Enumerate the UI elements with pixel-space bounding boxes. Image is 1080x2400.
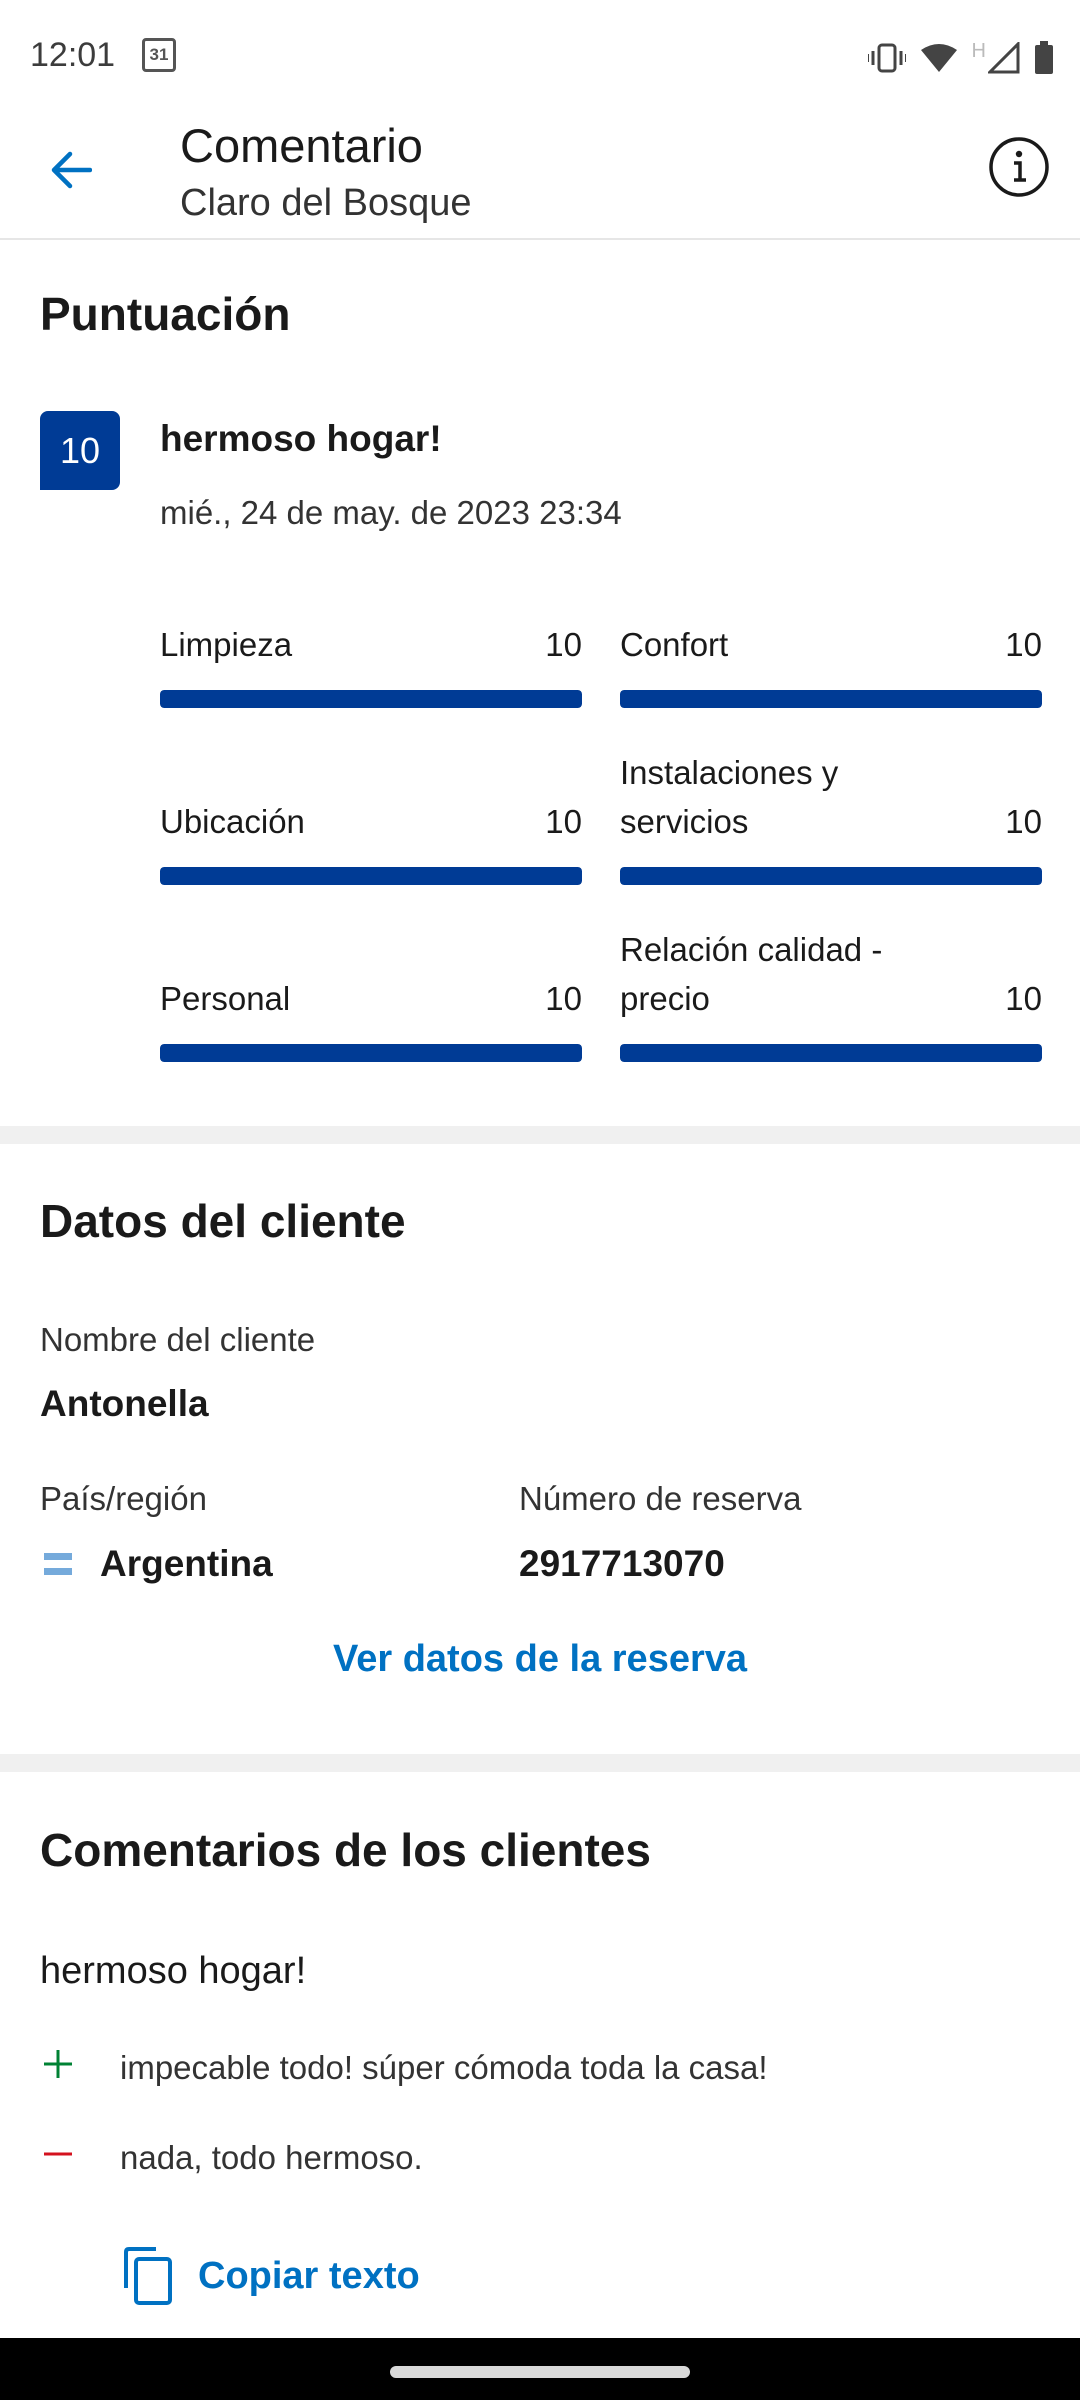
copy-text-button[interactable]: Copiar texto bbox=[120, 2244, 420, 2308]
category-bar bbox=[620, 690, 1042, 708]
category-bar bbox=[160, 690, 582, 708]
category-label: Limpieza bbox=[160, 626, 293, 663]
calendar-icon: 31 bbox=[142, 38, 176, 72]
category-label: Ubicación bbox=[160, 803, 305, 840]
booking-number-label: Número de reserva bbox=[519, 1480, 802, 1517]
review-date: mié., 24 de may. de 2023 23:34 bbox=[160, 494, 622, 531]
category-label: Relación calidad - precio bbox=[620, 931, 883, 1017]
comment-title: hermoso hogar! bbox=[40, 1950, 307, 1992]
back-button[interactable] bbox=[40, 140, 100, 200]
category-label: Personal bbox=[160, 980, 291, 1017]
score-badge: 10 bbox=[40, 411, 120, 490]
argentina-flag-icon bbox=[44, 1553, 72, 1575]
negative-comment: nada, todo hermoso. bbox=[120, 2139, 423, 2176]
section-divider bbox=[0, 1126, 1080, 1144]
guest-section-title: Datos del cliente bbox=[40, 1195, 406, 1247]
category-value: 10 bbox=[545, 980, 582, 1017]
positive-comment: impecable todo! súper cómoda toda la cas… bbox=[120, 2049, 768, 2086]
category-bar-fill bbox=[160, 867, 582, 885]
guest-name-label: Nombre del cliente bbox=[40, 1321, 316, 1358]
guest-name: Antonella bbox=[40, 1383, 209, 1424]
app-bar: Comentario Claro del Bosque bbox=[0, 100, 1080, 240]
page-title: Comentario bbox=[180, 119, 423, 172]
review-title: hermoso hogar! bbox=[160, 418, 442, 459]
status-bar: 12:01 31 H bbox=[0, 0, 1080, 100]
country-label: País/región bbox=[40, 1480, 207, 1517]
category-value: 10 bbox=[545, 626, 582, 663]
minus-icon bbox=[44, 2152, 72, 2156]
plus-icon bbox=[44, 2050, 72, 2078]
wifi-icon bbox=[920, 44, 957, 72]
info-icon[interactable] bbox=[988, 136, 1050, 198]
guest-country: Argentina bbox=[100, 1543, 273, 1584]
battery-icon bbox=[1035, 41, 1053, 74]
copy-icon bbox=[124, 2247, 172, 2305]
category-bar-fill bbox=[160, 1044, 582, 1062]
booking-number: 2917713070 bbox=[519, 1543, 725, 1584]
arrow-back-icon bbox=[51, 151, 92, 189]
category-value: 10 bbox=[1005, 626, 1042, 663]
system-navigation-bar bbox=[0, 2338, 1080, 2400]
category-value: 10 bbox=[1005, 980, 1042, 1017]
category-bar bbox=[160, 867, 582, 885]
network-type-label: H bbox=[971, 39, 986, 62]
category-bar-fill bbox=[620, 867, 1042, 885]
category-bar-fill bbox=[620, 1044, 1042, 1062]
category-label: Instalaciones y servicios bbox=[620, 754, 839, 840]
status-time: 12:01 bbox=[30, 36, 116, 74]
view-booking-link[interactable]: Ver datos de la reserva bbox=[0, 1638, 1080, 1681]
section-divider bbox=[0, 1754, 1080, 1772]
category-value: 10 bbox=[545, 803, 582, 840]
vibrate-icon bbox=[867, 43, 906, 73]
category-bar bbox=[620, 867, 1042, 885]
category-label: Confort bbox=[620, 626, 729, 663]
category-bar bbox=[160, 1044, 582, 1062]
home-gesture-handle[interactable] bbox=[390, 2366, 690, 2378]
signal-icon bbox=[988, 42, 1020, 74]
category-bar bbox=[620, 1044, 1042, 1062]
category-bar-fill bbox=[160, 690, 582, 708]
copy-text-label: Copiar texto bbox=[198, 2254, 420, 2297]
property-name: Claro del Bosque bbox=[180, 182, 472, 224]
status-icons: H bbox=[867, 38, 1054, 78]
category-value: 10 bbox=[1005, 803, 1042, 840]
category-bar-fill bbox=[620, 690, 1042, 708]
comments-section-title: Comentarios de los clientes bbox=[40, 1824, 651, 1876]
score-section-title: Puntuación bbox=[40, 288, 291, 340]
